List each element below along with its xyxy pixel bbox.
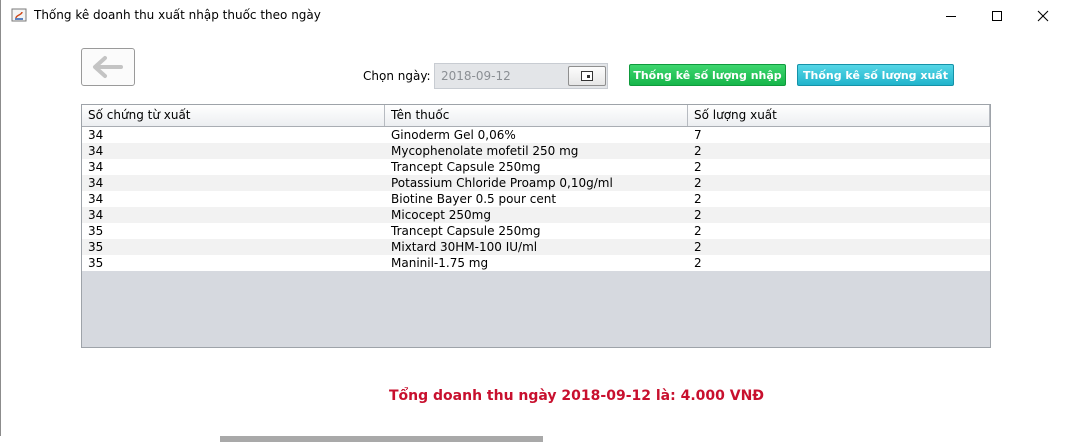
table-header: Số chứng từ xuất Tên thuốc Số lượng xuất [82, 105, 990, 127]
cell-voucher-number: 35 [88, 224, 104, 238]
client-area: Chọn ngày: 2018-09-12 Thống kê số lượng … [1, 31, 1077, 436]
cell-drug-name: Ginoderm Gel 0,06% [391, 128, 516, 142]
cell-export-quantity: 2 [694, 240, 702, 254]
cell-drug-name: Micocept 250mg [391, 208, 491, 222]
import-stats-button[interactable]: Thống kê số lượng nhập [629, 64, 786, 86]
cell-drug-name: Trancept Capsule 250mg [391, 160, 541, 174]
table-row[interactable]: 34 Mycophenolate mofetil 250 mg 2 [82, 143, 990, 159]
background-window-edge [220, 436, 543, 442]
table-row[interactable]: 34 Ginoderm Gel 0,06% 7 [82, 127, 990, 143]
cell-voucher-number: 34 [88, 208, 104, 222]
column-header-export-quantity[interactable]: Số lượng xuất [688, 105, 990, 126]
date-input[interactable]: 2018-09-12 [441, 69, 511, 83]
cell-export-quantity: 2 [694, 192, 702, 206]
table-row[interactable]: 35 Trancept Capsule 250mg 2 [82, 223, 990, 239]
table-row[interactable]: 35 Mixtard 30HM-100 IU/ml 2 [82, 239, 990, 255]
cell-drug-name: Mycophenolate mofetil 250 mg [391, 144, 579, 158]
minimize-icon [946, 15, 956, 17]
minimize-button[interactable] [928, 0, 974, 31]
cell-drug-name: Potassium Chloride Proamp 0,10g/ml [391, 176, 613, 190]
date-label: Chọn ngày: [363, 69, 431, 83]
cell-export-quantity: 2 [694, 256, 702, 270]
maximize-button[interactable] [974, 0, 1020, 31]
total-revenue-text: Tổng doanh thu ngày 2018-09-12 là: 4.000… [389, 388, 765, 404]
cell-voucher-number: 35 [88, 240, 104, 254]
cell-voucher-number: 34 [88, 192, 104, 206]
cell-export-quantity: 2 [694, 224, 702, 238]
cell-voucher-number: 34 [88, 128, 104, 142]
title-bar[interactable]: Thống kê doanh thu xuất nhập thuốc theo … [1, 0, 1077, 31]
app-window: Thống kê doanh thu xuất nhập thuốc theo … [0, 0, 1077, 436]
table-row[interactable]: 35 Maninil-1.75 mg 2 [82, 255, 990, 271]
arrow-left-icon [93, 56, 123, 78]
table-row[interactable]: 34 Biotine Bayer 0.5 pour cent 2 [82, 191, 990, 207]
cell-export-quantity: 2 [694, 144, 702, 158]
column-header-drug-name[interactable]: Tên thuốc [385, 105, 688, 126]
calendar-icon [581, 71, 593, 81]
cell-export-quantity: 2 [694, 176, 702, 190]
export-stats-button[interactable]: Thống kê số lượng xuất [797, 64, 954, 86]
cell-drug-name: Maninil-1.75 mg [391, 256, 489, 270]
cell-export-quantity: 2 [694, 208, 702, 222]
close-icon [1037, 10, 1049, 21]
table-body: 34 Ginoderm Gel 0,06% 7 34 Mycophenolate… [82, 127, 990, 271]
close-button[interactable] [1020, 0, 1066, 31]
calendar-button[interactable] [568, 66, 606, 86]
cell-voucher-number: 34 [88, 144, 104, 158]
cell-drug-name: Trancept Capsule 250mg [391, 224, 541, 238]
column-header-voucher-number[interactable]: Số chứng từ xuất [82, 105, 385, 126]
cell-drug-name: Mixtard 30HM-100 IU/ml [391, 240, 538, 254]
cell-voucher-number: 34 [88, 176, 104, 190]
cell-export-quantity: 2 [694, 160, 702, 174]
cell-voucher-number: 35 [88, 256, 104, 270]
java-app-icon [11, 7, 27, 23]
cell-drug-name: Biotine Bayer 0.5 pour cent [391, 192, 557, 206]
table-row[interactable]: 34 Potassium Chloride Proamp 0,10g/ml 2 [82, 175, 990, 191]
cell-voucher-number: 34 [88, 160, 104, 174]
table-row[interactable]: 34 Micocept 250mg 2 [82, 207, 990, 223]
cell-export-quantity: 7 [694, 128, 702, 142]
export-table: Số chứng từ xuất Tên thuốc Số lượng xuất… [81, 104, 991, 348]
window-title: Thống kê doanh thu xuất nhập thuốc theo … [34, 8, 321, 22]
back-button[interactable] [81, 48, 135, 86]
table-row[interactable]: 34 Trancept Capsule 250mg 2 [82, 159, 990, 175]
date-picker[interactable]: 2018-09-12 [434, 63, 608, 89]
maximize-icon [992, 10, 1002, 21]
